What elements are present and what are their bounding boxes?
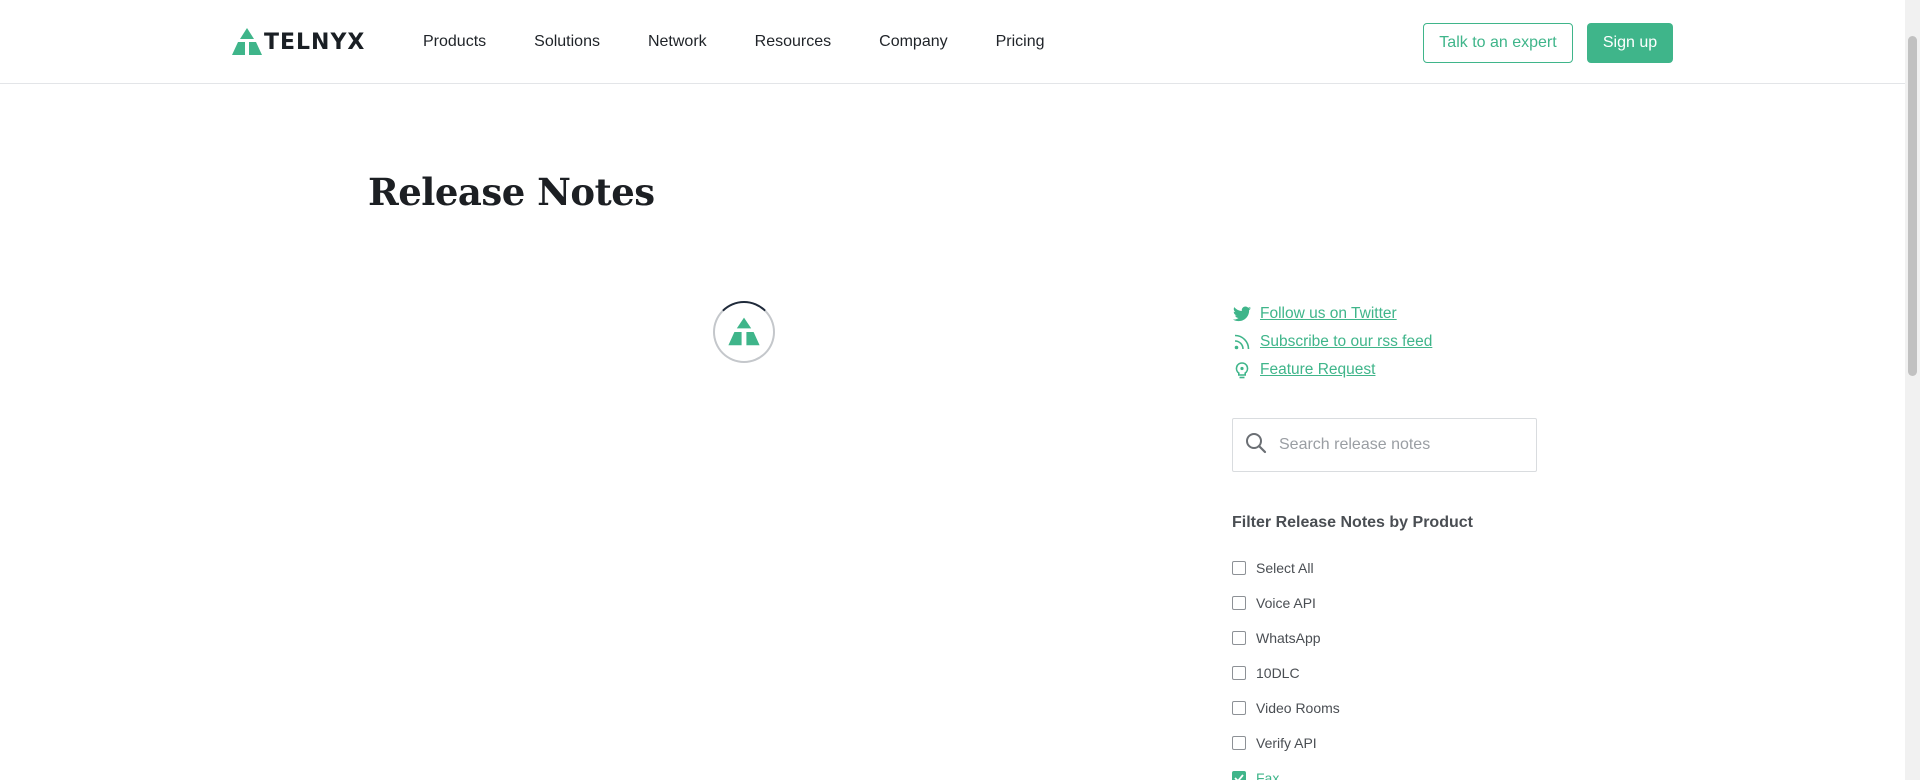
loading-spinner bbox=[713, 301, 775, 363]
checkbox[interactable] bbox=[1232, 560, 1246, 575]
brand-name: TELNYX bbox=[264, 29, 366, 55]
filter-label: Select All bbox=[1256, 559, 1314, 576]
filter-label: Video Rooms bbox=[1256, 699, 1340, 716]
search-icon bbox=[1245, 432, 1267, 459]
filter-verify-api[interactable]: Verify API bbox=[1232, 725, 1340, 760]
search-box bbox=[1232, 418, 1537, 472]
nav-pricing[interactable]: Pricing bbox=[996, 30, 1045, 54]
checkbox[interactable] bbox=[1232, 630, 1246, 645]
checkbox[interactable] bbox=[1232, 735, 1246, 750]
search-input[interactable] bbox=[1279, 436, 1519, 454]
rss-link-row[interactable]: Subscribe to our rss feed bbox=[1232, 328, 1432, 356]
page-scrollbar[interactable] bbox=[1905, 0, 1920, 780]
nav-products[interactable]: Products bbox=[423, 30, 486, 54]
filter-label: Verify API bbox=[1256, 734, 1317, 751]
social-links: Follow us on Twitter Subscribe to our rs… bbox=[1232, 300, 1432, 384]
nav-network[interactable]: Network bbox=[648, 30, 707, 54]
twitter-icon bbox=[1232, 304, 1252, 324]
filter-label: Fax bbox=[1256, 769, 1280, 780]
filter-video-rooms[interactable]: Video Rooms bbox=[1232, 690, 1340, 725]
site-header: TELNYX Products Solutions Network Resour… bbox=[0, 0, 1905, 84]
filter-title: Filter Release Notes by Product bbox=[1232, 514, 1473, 531]
filter-select-all[interactable]: Select All bbox=[1232, 550, 1340, 585]
twitter-link-row[interactable]: Follow us on Twitter bbox=[1232, 300, 1432, 328]
twitter-link[interactable]: Follow us on Twitter bbox=[1260, 305, 1397, 323]
checkbox[interactable] bbox=[1232, 700, 1246, 715]
checkbox[interactable] bbox=[1232, 595, 1246, 610]
filter-whatsapp[interactable]: WhatsApp bbox=[1232, 620, 1340, 655]
scrollbar-thumb[interactable] bbox=[1908, 36, 1917, 376]
telnyx-spinner-icon bbox=[728, 317, 760, 346]
checkbox-checked[interactable] bbox=[1232, 770, 1246, 780]
telnyx-logo[interactable]: TELNYX bbox=[232, 28, 365, 56]
nav-solutions[interactable]: Solutions bbox=[534, 30, 600, 54]
feature-request-row[interactable]: Feature Request bbox=[1232, 356, 1432, 384]
rss-icon bbox=[1232, 332, 1252, 352]
filter-voice-api[interactable]: Voice API bbox=[1232, 585, 1340, 620]
checkmark-icon bbox=[1234, 773, 1244, 780]
feature-request-link[interactable]: Feature Request bbox=[1260, 361, 1375, 379]
talk-to-expert-button[interactable]: Talk to an expert bbox=[1423, 23, 1573, 63]
filter-10dlc[interactable]: 10DLC bbox=[1232, 655, 1340, 690]
page-title: Release Notes bbox=[368, 170, 655, 214]
nav-resources[interactable]: Resources bbox=[755, 30, 831, 54]
lightbulb-icon bbox=[1232, 360, 1252, 380]
filter-label: Voice API bbox=[1256, 594, 1316, 611]
filter-fax[interactable]: Fax bbox=[1232, 760, 1340, 780]
filter-label: 10DLC bbox=[1256, 664, 1300, 681]
filter-label: WhatsApp bbox=[1256, 629, 1321, 646]
telnyx-logo-icon bbox=[232, 28, 262, 55]
sign-up-button[interactable]: Sign up bbox=[1587, 23, 1673, 63]
rss-link[interactable]: Subscribe to our rss feed bbox=[1260, 333, 1432, 351]
product-filter-list: Select All Voice API WhatsApp 10DLC Vide… bbox=[1232, 550, 1340, 780]
nav-company[interactable]: Company bbox=[879, 30, 947, 54]
checkbox[interactable] bbox=[1232, 665, 1246, 680]
main-nav: Products Solutions Network Resources Com… bbox=[423, 30, 1093, 54]
